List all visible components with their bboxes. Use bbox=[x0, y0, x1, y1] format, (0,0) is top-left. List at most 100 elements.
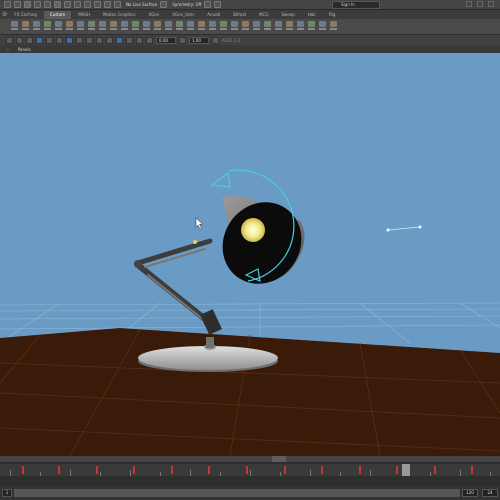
shelf-button-5[interactable] bbox=[54, 21, 62, 32]
sign-in-button[interactable]: Sign In bbox=[332, 1, 380, 9]
magnet-curve-icon[interactable] bbox=[94, 1, 101, 8]
keyframe-marker[interactable] bbox=[359, 466, 361, 474]
symmetry-label[interactable]: Symmetry: Off bbox=[172, 2, 201, 7]
ao-icon[interactable] bbox=[116, 36, 123, 44]
lamp-arm[interactable] bbox=[134, 238, 222, 335]
range-slider-track[interactable] bbox=[14, 489, 460, 497]
tab-motion-graphics[interactable]: Motion Graphics bbox=[97, 11, 142, 19]
timeline-ruler[interactable] bbox=[0, 464, 500, 476]
wireframe-icon[interactable] bbox=[66, 36, 73, 44]
time-slider[interactable] bbox=[0, 456, 500, 486]
tab-xgen-user[interactable]: XGen_User bbox=[166, 11, 200, 19]
keyframe-marker[interactable] bbox=[22, 466, 24, 474]
arrow-icon[interactable] bbox=[54, 1, 61, 8]
smooth-shade-icon[interactable] bbox=[76, 36, 83, 44]
lights-icon[interactable] bbox=[96, 36, 103, 44]
lamp-shade[interactable] bbox=[207, 187, 317, 299]
color-management-icon[interactable] bbox=[212, 36, 219, 44]
gamma-field[interactable]: 1.00 bbox=[189, 36, 209, 44]
tab-hair[interactable]: Hair bbox=[302, 11, 322, 19]
shelf-button-20[interactable] bbox=[219, 21, 227, 32]
current-frame-indicator[interactable] bbox=[402, 464, 410, 476]
shelf-button-26[interactable] bbox=[285, 21, 293, 32]
keyframe-marker[interactable] bbox=[284, 466, 286, 474]
current-frame-field[interactable]: 120 bbox=[462, 489, 478, 497]
shelf-button-3[interactable] bbox=[32, 21, 40, 32]
tab-sweep[interactable]: Sweep bbox=[275, 11, 300, 19]
folder-icon[interactable] bbox=[14, 1, 21, 8]
shelf-button-18[interactable] bbox=[197, 21, 205, 32]
clapper-icon[interactable] bbox=[204, 1, 212, 8]
tab-bifrost[interactable]: Bifrost bbox=[227, 11, 252, 19]
shelf-button-10[interactable] bbox=[109, 21, 117, 32]
keyframe-marker[interactable] bbox=[396, 466, 398, 474]
menu-panels[interactable]: Panels bbox=[18, 47, 31, 52]
redo-icon[interactable] bbox=[44, 1, 51, 8]
live-surface-label[interactable]: No Live Surface bbox=[126, 2, 157, 7]
timeline-handle[interactable] bbox=[272, 456, 286, 462]
keyframe-marker[interactable] bbox=[471, 466, 473, 474]
xray-icon[interactable] bbox=[126, 36, 133, 44]
keyframe-marker[interactable] bbox=[171, 466, 173, 474]
keyframe-marker[interactable] bbox=[133, 466, 135, 474]
keyframe-marker[interactable] bbox=[321, 466, 323, 474]
tab-custom[interactable]: Custom bbox=[43, 11, 72, 19]
shelf-button-7[interactable] bbox=[76, 21, 84, 32]
viewport-3d[interactable] bbox=[0, 53, 500, 456]
textured-icon[interactable] bbox=[86, 36, 93, 44]
undo-icon[interactable] bbox=[34, 1, 41, 8]
color-space-select[interactable]: ACES 1.0 bbox=[222, 38, 240, 43]
shelf-button-29[interactable] bbox=[318, 21, 326, 32]
shelf-button-25[interactable] bbox=[274, 21, 282, 32]
shelf-button-17[interactable] bbox=[186, 21, 194, 32]
end-frame-field[interactable]: 24 bbox=[482, 489, 498, 497]
paint-select-icon[interactable] bbox=[74, 1, 81, 8]
exposure-icon[interactable] bbox=[146, 36, 153, 44]
shelf-button-16[interactable] bbox=[175, 21, 183, 32]
tab-xgen[interactable]: XGen bbox=[142, 11, 165, 19]
light-locator[interactable] bbox=[386, 225, 422, 232]
shelf-button-2[interactable] bbox=[21, 21, 29, 32]
file-icon[interactable] bbox=[4, 1, 11, 8]
shelf-button-13[interactable] bbox=[142, 21, 150, 32]
bookmark-icon[interactable] bbox=[16, 36, 23, 44]
shelf-button-12[interactable] bbox=[131, 21, 139, 32]
tab-mcg[interactable]: MCG bbox=[253, 11, 274, 19]
tab-rig[interactable]: Rig bbox=[323, 11, 341, 19]
shelf-button-27[interactable] bbox=[296, 21, 304, 32]
magnet-icon[interactable] bbox=[84, 1, 91, 8]
shelf-button-21[interactable] bbox=[230, 21, 238, 32]
film-gate-icon[interactable] bbox=[46, 36, 53, 44]
tab-fx-caching[interactable]: FX Caching bbox=[8, 11, 42, 19]
resolution-gate-icon[interactable] bbox=[56, 36, 63, 44]
magnet-point-icon[interactable] bbox=[104, 1, 111, 8]
shelf-button-24[interactable] bbox=[263, 21, 271, 32]
keyframe-marker[interactable] bbox=[96, 466, 98, 474]
shelf-button-19[interactable] bbox=[208, 21, 216, 32]
keyframe-marker[interactable] bbox=[58, 466, 60, 474]
menu-view[interactable]: ··· bbox=[6, 47, 10, 52]
gamma-icon[interactable] bbox=[179, 36, 186, 44]
keyframe-marker[interactable] bbox=[208, 466, 210, 474]
shelf-button-28[interactable] bbox=[307, 21, 315, 32]
tab-arnold[interactable]: Arnold bbox=[201, 11, 226, 19]
maximize-icon[interactable] bbox=[477, 1, 483, 7]
keyframe-marker[interactable] bbox=[246, 466, 248, 474]
shelf-button-4[interactable] bbox=[43, 21, 51, 32]
shelf-button-9[interactable] bbox=[98, 21, 106, 32]
close-icon[interactable] bbox=[488, 1, 494, 7]
shelf-button-22[interactable] bbox=[241, 21, 249, 32]
shelf-button-14[interactable] bbox=[153, 21, 161, 32]
shelf-button-6[interactable] bbox=[65, 21, 73, 32]
tab-mash[interactable]: MASH bbox=[72, 11, 96, 19]
exposure-field[interactable]: 0.00 bbox=[156, 36, 176, 44]
start-frame-field[interactable]: 1 bbox=[2, 489, 12, 497]
isolate-icon[interactable] bbox=[136, 36, 143, 44]
shelf-button-23[interactable] bbox=[252, 21, 260, 32]
shadows-icon[interactable] bbox=[106, 36, 113, 44]
shelf-button-1[interactable] bbox=[10, 21, 18, 32]
gear-icon[interactable]: ⚙ bbox=[2, 11, 7, 19]
render-view-icon[interactable] bbox=[214, 1, 222, 8]
keyframe-marker[interactable] bbox=[434, 466, 436, 474]
grid-icon[interactable] bbox=[36, 36, 43, 44]
